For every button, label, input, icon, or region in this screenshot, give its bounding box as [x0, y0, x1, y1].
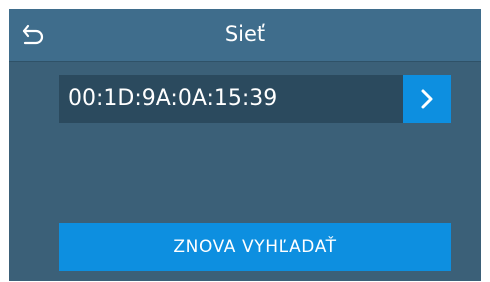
page-title: Sieť: [224, 22, 266, 46]
network-screen: Sieť 00:1D:9A:0A:15:39 ZNOVA VYHĽADAŤ: [9, 9, 481, 281]
header-bar: Sieť: [9, 9, 481, 62]
chevron-right-icon: [421, 89, 433, 109]
rescan-button[interactable]: ZNOVA VYHĽADAŤ: [59, 223, 451, 271]
back-arrow-icon: [22, 24, 44, 45]
network-address-item[interactable]: 00:1D:9A:0A:15:39: [59, 75, 451, 123]
mac-address-label: 00:1D:9A:0A:15:39: [68, 86, 278, 111]
back-button[interactable]: [17, 19, 51, 51]
open-network-button[interactable]: [403, 75, 451, 123]
